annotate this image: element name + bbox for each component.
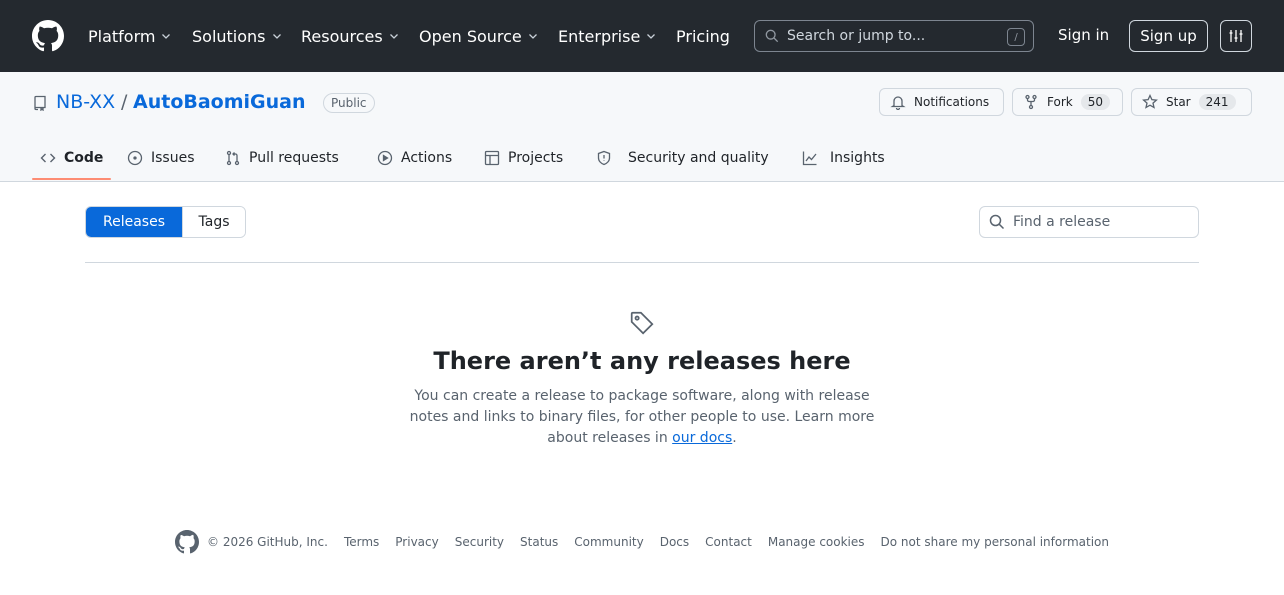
blank-state-title: There aren’t any releases here	[433, 347, 851, 375]
nav-pricing-label: Pricing	[676, 26, 730, 46]
nav-pricing[interactable]: Pricing	[676, 24, 730, 48]
chevron-down-icon	[389, 34, 398, 39]
repo-path-separator: /	[121, 91, 128, 113]
tab-insights[interactable]: Insights	[802, 146, 885, 170]
chevron-down-icon	[162, 34, 171, 39]
issue-icon	[127, 150, 143, 166]
blank-state-text: You can create a release to package soft…	[409, 388, 875, 446]
chevron-down-icon	[272, 34, 281, 39]
nav-open-source[interactable]: Open Source	[419, 24, 539, 48]
nav-solutions[interactable]: Solutions	[192, 24, 283, 48]
our-docs-link[interactable]: our docs	[672, 430, 732, 446]
nav-enterprise-label: Enterprise	[558, 26, 641, 46]
find-release-field[interactable]	[979, 206, 1199, 238]
visibility-badge: Public	[323, 93, 375, 113]
repo-name-link[interactable]: AutoBaomiGuan	[133, 91, 306, 113]
fork-icon	[1025, 94, 1037, 110]
blank-state-description: You can create a release to package soft…	[402, 386, 882, 449]
tag-icon	[630, 311, 654, 335]
repo-icon	[34, 95, 46, 111]
tab-actions-label: Actions	[401, 150, 453, 166]
blank-state-period: .	[732, 430, 737, 446]
notifications-button[interactable]: Notifications	[879, 88, 1004, 116]
releases-segment-button[interactable]: Releases	[86, 207, 182, 237]
chevron-down-icon	[647, 34, 656, 39]
star-count: 241	[1198, 94, 1236, 110]
search-icon	[989, 214, 1005, 230]
sign-in-link[interactable]: Sign in	[1058, 26, 1109, 44]
footer-link-do-not-share[interactable]: Do not share my personal information	[881, 535, 1109, 549]
releases-tags-toggle: Releases Tags	[85, 206, 246, 238]
tab-pull-requests-label: Pull requests	[249, 150, 339, 166]
tab-security-label: Security and quality	[628, 150, 769, 166]
selected-tab-indicator	[32, 178, 111, 180]
tab-projects[interactable]: Projects	[484, 146, 563, 170]
nav-resources[interactable]: Resources	[301, 24, 400, 48]
github-logo-icon[interactable]	[175, 530, 199, 554]
fork-label: Fork	[1047, 95, 1073, 109]
footer-link-terms[interactable]: Terms	[344, 535, 379, 549]
tab-code[interactable]: Code	[40, 146, 103, 170]
tab-insights-label: Insights	[830, 150, 885, 166]
nav-resources-label: Resources	[301, 26, 383, 46]
footer-link-privacy[interactable]: Privacy	[395, 535, 438, 549]
footer-link-community[interactable]: Community	[574, 535, 643, 549]
star-button[interactable]: Star 241	[1131, 88, 1252, 116]
fork-count: 50	[1080, 94, 1110, 110]
github-logo-icon[interactable]	[32, 20, 64, 52]
global-search[interactable]: Search or jump to... /	[754, 20, 1034, 52]
repo-owner-link[interactable]: NB-XX	[56, 91, 115, 113]
chevron-down-icon	[528, 34, 537, 39]
appearance-settings-button[interactable]	[1220, 20, 1252, 52]
tab-pull-requests[interactable]: Pull requests	[225, 146, 339, 170]
slash-shortcut-key: /	[1007, 28, 1025, 46]
play-icon	[377, 150, 393, 166]
sliders-icon	[1229, 30, 1243, 42]
nav-enterprise[interactable]: Enterprise	[558, 24, 657, 48]
footer-link-security[interactable]: Security	[455, 535, 504, 549]
tags-segment-button[interactable]: Tags	[182, 207, 245, 237]
star-icon	[1142, 94, 1158, 109]
graph-icon	[802, 151, 817, 166]
shield-icon	[597, 150, 611, 166]
nav-platform[interactable]: Platform	[88, 24, 172, 48]
tab-issues-label: Issues	[151, 150, 195, 166]
footer-copyright: © 2026 GitHub, Inc.	[207, 535, 328, 549]
footer-link-manage-cookies[interactable]: Manage cookies	[768, 535, 865, 549]
find-release-input[interactable]	[1013, 214, 1183, 230]
pull-request-icon	[226, 150, 240, 166]
sign-up-button[interactable]: Sign up	[1129, 20, 1208, 52]
notifications-label: Notifications	[914, 95, 990, 109]
nav-open-source-label: Open Source	[419, 26, 522, 46]
section-divider	[85, 262, 1199, 263]
tab-issues[interactable]: Issues	[127, 146, 195, 170]
tab-code-label: Code	[64, 150, 104, 166]
search-placeholder: Search or jump to...	[787, 28, 926, 44]
table-icon	[484, 150, 500, 166]
tab-security[interactable]: Security and quality	[596, 146, 769, 170]
tab-actions[interactable]: Actions	[377, 146, 452, 170]
bell-icon	[890, 96, 906, 110]
nav-solutions-label: Solutions	[192, 26, 266, 46]
star-label: Star	[1166, 95, 1191, 109]
footer: © 2026 GitHub, Inc. Terms Privacy Securi…	[175, 530, 1109, 554]
footer-link-docs[interactable]: Docs	[660, 535, 689, 549]
nav-platform-label: Platform	[88, 26, 156, 46]
tab-projects-label: Projects	[508, 150, 564, 166]
footer-link-contact[interactable]: Contact	[705, 535, 752, 549]
footer-link-status[interactable]: Status	[520, 535, 558, 549]
global-header: Platform Solutions Resources Open Source…	[0, 0, 1284, 72]
fork-button[interactable]: Fork 50	[1012, 88, 1123, 116]
search-icon	[765, 29, 779, 43]
code-icon	[40, 153, 56, 163]
